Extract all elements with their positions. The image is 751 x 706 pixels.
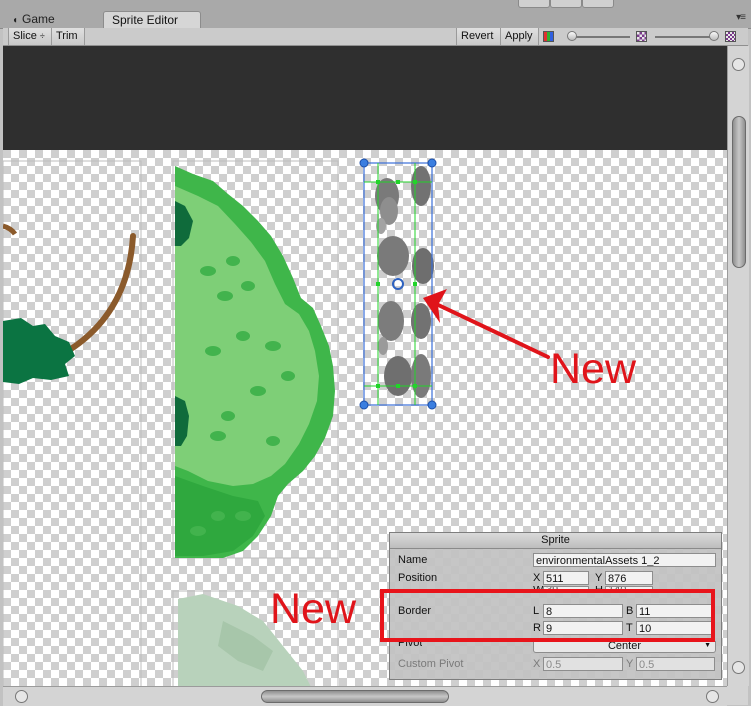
annotation-new-border: New xyxy=(270,585,357,633)
annotation-new-arrow: New xyxy=(550,345,637,393)
annotation-border-highlight xyxy=(380,589,715,642)
